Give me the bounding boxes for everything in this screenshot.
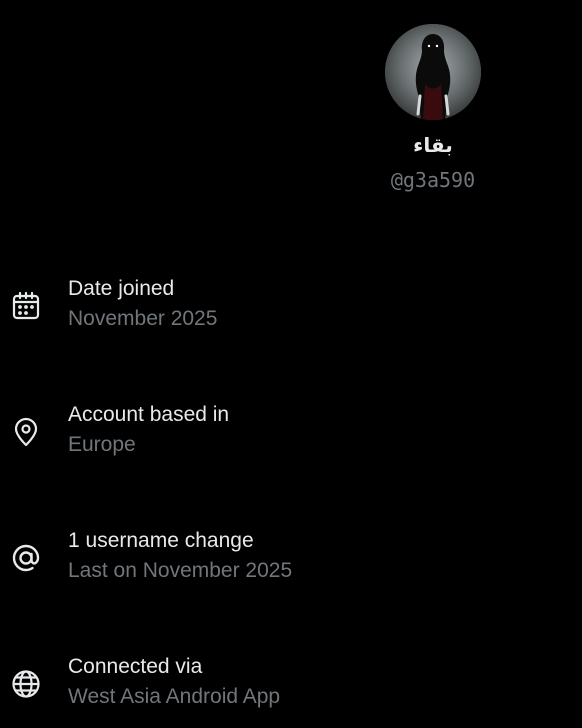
info-row-connected-via: Connected via West Asia Android App bbox=[0, 652, 582, 716]
info-row-username-change: 1 username change Last on November 2025 bbox=[0, 526, 582, 590]
info-subtitle: Europe bbox=[68, 433, 136, 456]
info-row-account-location: Account based in Europe bbox=[0, 400, 582, 464]
info-title: Account based in bbox=[68, 403, 230, 426]
location-pin-icon bbox=[10, 416, 42, 448]
info-subtitle: West Asia Android App bbox=[68, 685, 281, 708]
info-title: Connected via bbox=[68, 655, 203, 678]
user-handle: @g3a590 bbox=[390, 168, 476, 192]
at-sign-icon bbox=[10, 542, 42, 574]
avatar[interactable] bbox=[385, 24, 481, 120]
info-title: 1 username change bbox=[68, 529, 254, 552]
profile-header: بقاء @g3a590 bbox=[374, 24, 492, 192]
display-name: بقاء bbox=[413, 135, 453, 157]
info-title: Date joined bbox=[68, 277, 175, 300]
globe-icon bbox=[10, 668, 42, 700]
calendar-icon bbox=[10, 290, 42, 322]
info-subtitle: Last on November 2025 bbox=[68, 559, 293, 582]
info-row-date-joined: Date joined November 2025 bbox=[0, 274, 582, 338]
info-subtitle: November 2025 bbox=[68, 307, 218, 330]
